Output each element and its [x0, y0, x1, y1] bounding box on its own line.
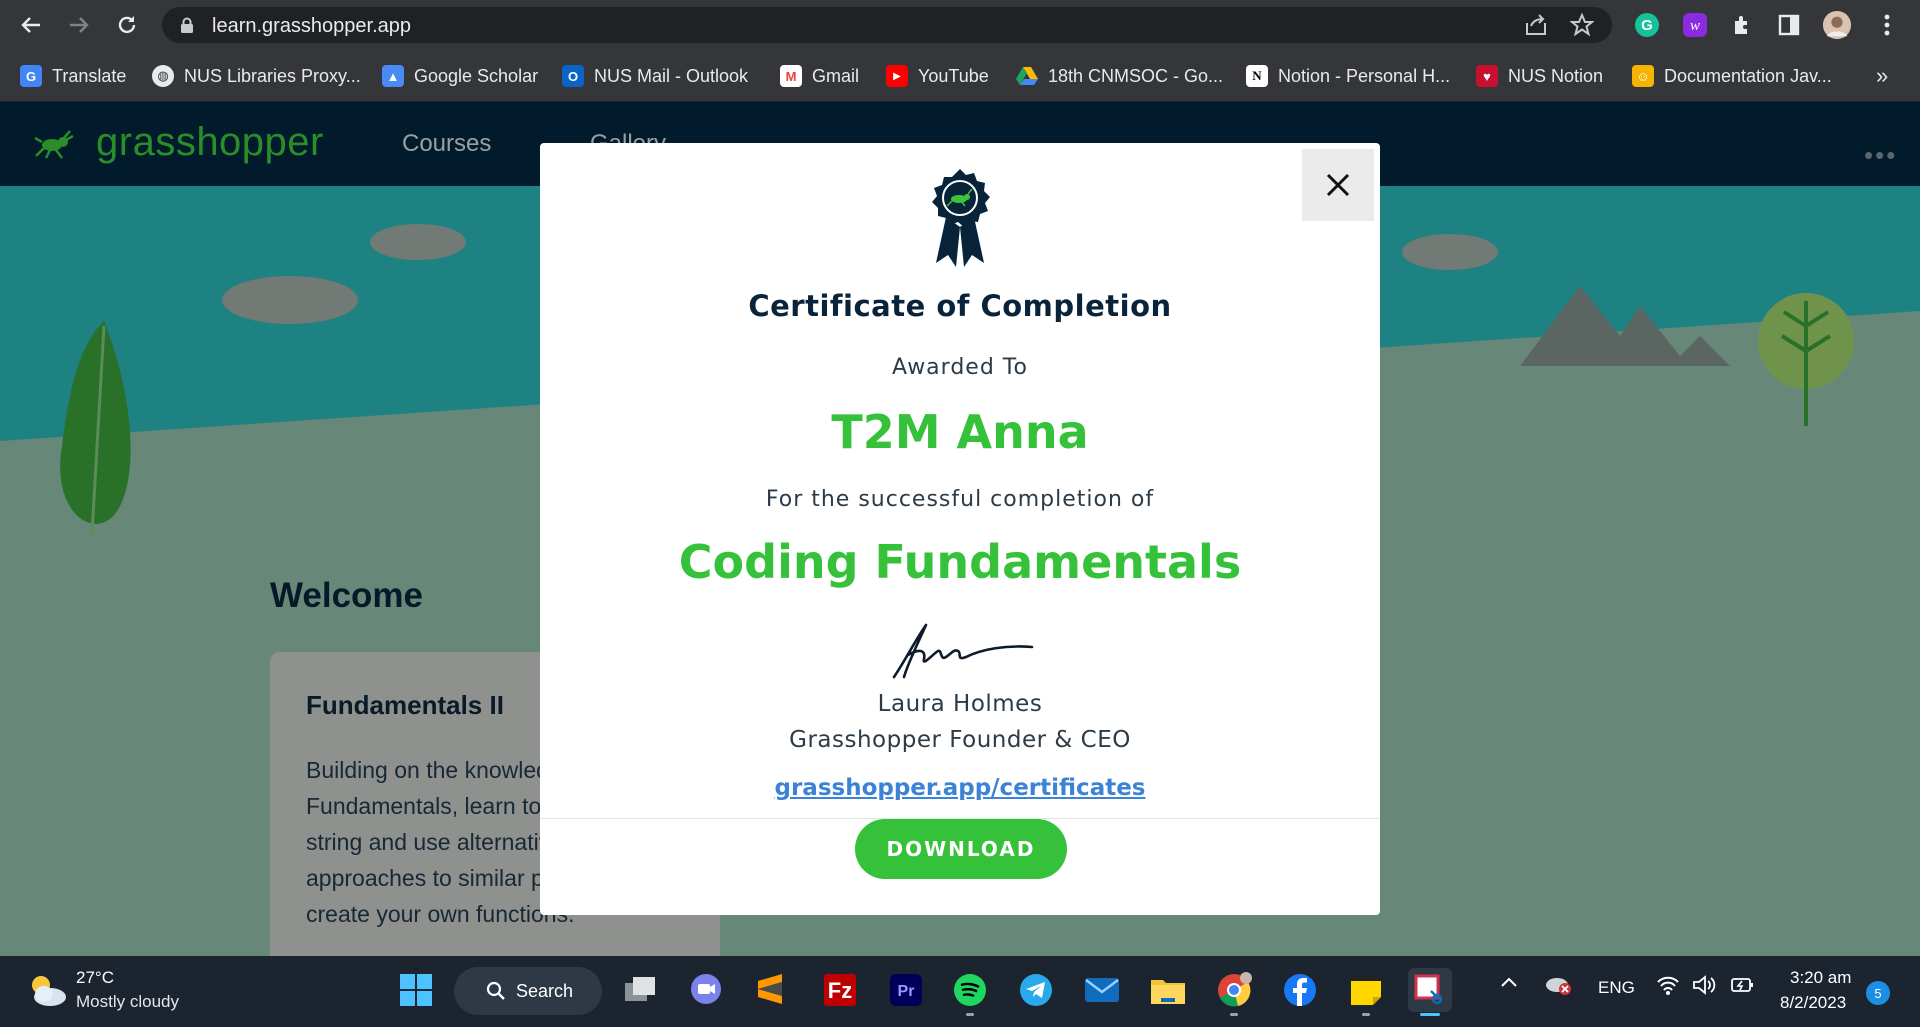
chrome-menu-icon[interactable] — [1872, 10, 1902, 40]
premiere-pro-icon[interactable]: Pr — [884, 968, 928, 1012]
star-icon[interactable] — [1570, 13, 1594, 37]
taskbar-search[interactable]: Search — [454, 967, 602, 1015]
writer-extension-icon[interactable]: w — [1680, 10, 1710, 40]
facebook-icon[interactable] — [1278, 968, 1322, 1012]
bookmark-notion-personal[interactable]: N Notion - Personal H... — [1246, 62, 1450, 90]
notion-icon: N — [1246, 65, 1268, 87]
nus-notion-icon: ♥ — [1476, 65, 1498, 87]
bookmark-youtube[interactable]: ▶ YouTube — [886, 62, 989, 90]
bookmark-cnmsoc[interactable]: 18th CNMSOC - Go... — [1016, 62, 1223, 90]
grammarly-extension-icon[interactable]: G — [1632, 10, 1662, 40]
show-hidden-icons-button[interactable] — [1500, 974, 1518, 997]
close-button[interactable] — [1302, 149, 1374, 221]
award-ribbon-icon — [932, 169, 990, 267]
certificate-modal: Certificate of Completion Awarded To T2M… — [540, 143, 1380, 915]
bookmark-nus-mail[interactable]: O NUS Mail - Outlook — [562, 62, 748, 90]
spotify-icon[interactable] — [948, 968, 992, 1016]
more-bookmarks-button[interactable]: » — [1876, 62, 1888, 90]
download-button[interactable]: DOWNLOAD — [855, 819, 1067, 879]
signature-image — [892, 623, 1034, 679]
chevron-up-icon — [1501, 977, 1517, 987]
google-translate-icon: G — [20, 65, 42, 87]
signer-name: Laura Holmes — [877, 691, 1043, 717]
url-text[interactable]: learn.grasshopper.app — [212, 15, 411, 38]
youtube-icon: ▶ — [886, 65, 908, 87]
back-button[interactable] — [14, 8, 48, 42]
bookmarks-bar: G Translate ◍ NUS Libraries Proxy... ▲ Goog… — [0, 50, 1920, 102]
clock-date[interactable]: 8/2/2023 — [1780, 993, 1846, 1013]
close-icon — [1326, 173, 1350, 197]
signer-title: Grasshopper Founder & CEO — [789, 727, 1131, 753]
side-panel-icon[interactable] — [1774, 10, 1804, 40]
windows-logo-icon — [400, 974, 432, 1006]
task-view-icon[interactable] — [618, 968, 662, 1012]
sticky-notes-icon[interactable] — [1344, 968, 1388, 1016]
scholar-icon: ▲ — [382, 65, 404, 87]
input-language[interactable]: ENG — [1598, 978, 1635, 998]
svg-text:G: G — [1641, 17, 1653, 34]
globe-icon: ◍ — [152, 65, 174, 87]
mail-icon[interactable] — [1080, 968, 1124, 1012]
bookmark-translate[interactable]: G Translate — [20, 62, 126, 90]
weather-temperature[interactable]: 27°C — [76, 968, 114, 988]
file-explorer-icon[interactable] — [1146, 968, 1190, 1012]
bookmark-documentation[interactable]: ☺ Documentation Jav... — [1632, 62, 1832, 90]
extensions-puzzle-icon[interactable] — [1728, 10, 1758, 40]
doc-person-icon: ☺ — [1632, 65, 1654, 87]
svg-text:Fz: Fz — [828, 978, 852, 1003]
teams-chat-icon[interactable] — [684, 968, 728, 1012]
sublime-text-icon[interactable] — [748, 968, 792, 1012]
recipient-name: T2M Anna — [831, 405, 1089, 459]
battery-charging-icon[interactable] — [1730, 974, 1756, 1001]
bookmark-nus-libraries[interactable]: ◍ NUS Libraries Proxy... — [152, 62, 361, 90]
snipping-tool-icon[interactable] — [1408, 968, 1452, 1016]
completion-label: For the successful completion of — [765, 487, 1155, 512]
svg-text:w: w — [1690, 18, 1700, 34]
forward-button[interactable] — [62, 8, 96, 42]
arrow-left-icon — [21, 17, 40, 33]
outlook-icon: O — [562, 65, 584, 87]
windows-taskbar: 27°C Mostly cloudy Search Fz Pr ENG 3:20… — [0, 956, 1920, 1027]
arrow-right-icon — [70, 17, 89, 33]
bookmark-nus-notion[interactable]: ♥ NUS Notion — [1476, 62, 1603, 90]
course-name: Coding Fundamentals — [678, 535, 1242, 589]
reload-icon — [118, 16, 136, 34]
reload-button[interactable] — [110, 8, 144, 42]
search-icon — [486, 981, 505, 1000]
filezilla-icon[interactable]: Fz — [818, 968, 862, 1012]
google-drive-icon — [1016, 65, 1038, 87]
svg-text:Pr: Pr — [898, 983, 915, 1000]
taskbar-search-label: Search — [516, 980, 574, 1001]
chrome-icon[interactable] — [1212, 968, 1256, 1016]
telegram-icon[interactable] — [1014, 968, 1058, 1012]
share-icon[interactable] — [1524, 14, 1548, 36]
volume-icon[interactable] — [1692, 974, 1716, 1001]
onedrive-error-icon[interactable] — [1544, 974, 1572, 1001]
certificates-link[interactable]: grasshopper.app/certificates — [540, 775, 1380, 801]
address-bar[interactable]: learn.grasshopper.app — [162, 7, 1612, 43]
gmail-icon: M — [780, 65, 802, 87]
profile-avatar[interactable] — [1822, 10, 1852, 40]
certificate-title: Certificate of Completion — [748, 289, 1172, 323]
start-button[interactable] — [394, 968, 438, 1012]
notification-badge[interactable]: 5 — [1866, 981, 1890, 1005]
bookmark-gmail[interactable]: M Gmail — [780, 62, 859, 90]
bookmark-google-scholar[interactable]: ▲ Google Scholar — [382, 62, 538, 90]
lock-icon — [181, 17, 193, 33]
awarded-to-label: Awarded To — [892, 355, 1028, 380]
browser-toolbar: learn.grasshopper.app G w — [0, 0, 1920, 50]
wifi-icon[interactable] — [1656, 974, 1680, 1001]
clock-time[interactable]: 3:20 am — [1790, 968, 1851, 988]
cloudy-weather-icon[interactable] — [26, 970, 68, 1010]
weather-description[interactable]: Mostly cloudy — [76, 992, 179, 1012]
